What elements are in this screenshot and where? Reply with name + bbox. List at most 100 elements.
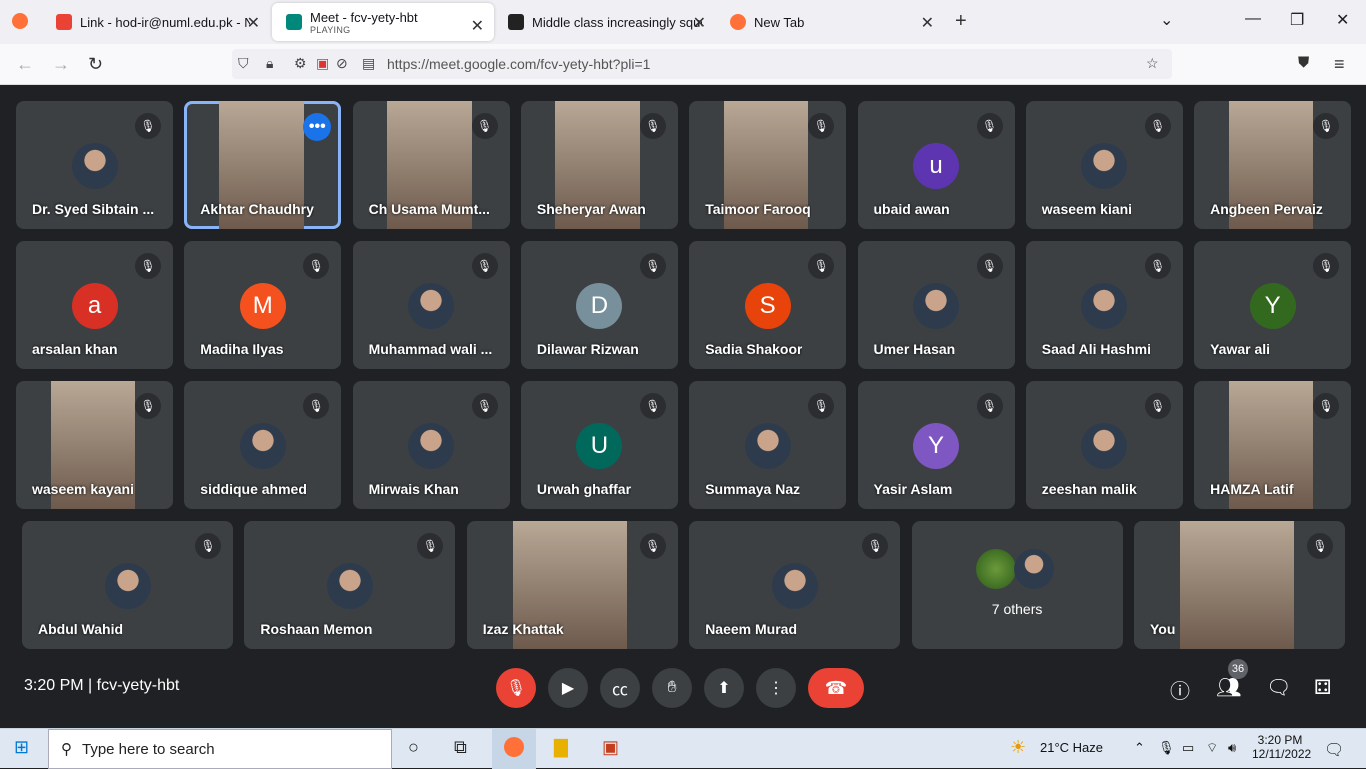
- participant-tile[interactable]: Roshaan Memon 🎙︎: [244, 521, 456, 649]
- chat-icon[interactable]: 🗨︎: [1266, 675, 1291, 700]
- firefox-icon: [730, 14, 746, 30]
- mic-blocked-icon[interactable]: ⊘: [336, 55, 348, 72]
- participant-tile[interactable]: Sheheryar Awan 🎙︎: [520, 101, 678, 229]
- close-tab-icon[interactable]: ✕: [471, 16, 484, 36]
- microphone-tray-icon[interactable]: 🎙︎: [1158, 740, 1175, 756]
- pocket-icon[interactable]: ⛊: [1298, 54, 1309, 71]
- participant-tile[interactable]: a arsalan khan 🎙︎: [16, 241, 173, 369]
- close-tab-icon[interactable]: ✕: [693, 13, 706, 33]
- mic-muted-icon: 🎙︎: [195, 533, 221, 559]
- avatar: U: [576, 423, 623, 469]
- reload-icon[interactable]: ↻: [88, 54, 103, 75]
- participant-tile[interactable]: siddique ahmed 🎙︎: [184, 381, 342, 509]
- camera-sharing-icon[interactable]: ▣: [316, 55, 329, 72]
- participant-tile[interactable]: Summaya Naz 🎙︎: [689, 381, 847, 509]
- participant-tile[interactable]: Y Yasir Aslam 🎙︎: [857, 381, 1015, 509]
- shield-icon[interactable]: ⛉: [238, 55, 249, 72]
- minimize-icon[interactable]: —: [1245, 10, 1261, 28]
- windows-start-icon[interactable]: ⊞: [14, 737, 29, 758]
- participant-tile[interactable]: Saad Ali Hashmi 🎙︎: [1025, 241, 1183, 369]
- restore-icon[interactable]: ❐: [1290, 10, 1304, 30]
- participant-tile[interactable]: You 🎙︎: [1134, 521, 1345, 649]
- tab-list-icon[interactable]: ⌄: [1160, 10, 1173, 30]
- news-icon: [508, 14, 524, 30]
- firefox-taskbar-icon[interactable]: [492, 729, 536, 769]
- volume-icon[interactable]: 🔊︎: [1228, 740, 1236, 756]
- mic-muted-icon: 🎙︎: [639, 533, 666, 559]
- close-tab-icon[interactable]: ✕: [247, 13, 260, 33]
- participant-name: Urwah ghaffar: [536, 481, 632, 497]
- participant-tile[interactable]: Mirwais Khan 🎙︎: [352, 381, 510, 509]
- participant-tile[interactable]: Ch Usama Mumt... 🎙︎: [352, 101, 510, 229]
- participant-tile[interactable]: Izaz Khattak 🎙︎: [466, 521, 678, 649]
- participant-tile[interactable]: M Madiha Ilyas 🎙︎: [184, 241, 342, 369]
- taskbar-clock[interactable]: 3:20 PM 12/11/2022: [1252, 733, 1311, 761]
- mic-muted-icon: 🎙︎: [808, 113, 835, 139]
- activities-icon[interactable]: ⚃: [1314, 675, 1331, 700]
- participant-tile[interactable]: u ubaid awan 🎙︎: [857, 101, 1015, 229]
- reader-icon[interactable]: ▤: [362, 55, 375, 72]
- lock-icon[interactable]: 🔒︎: [266, 55, 273, 72]
- url-bar[interactable]: ⛉ 🔒︎ ⚙ ▣ ⊘ ▤ https://meet.google.com/fcv…: [232, 49, 1172, 79]
- tab-newtab[interactable]: New Tab ✕: [716, 0, 944, 44]
- participant-tile[interactable]: Muhammad wali ... 🎙︎: [352, 241, 510, 369]
- taskbar-search[interactable]: ⚲ Type here to search: [48, 729, 392, 769]
- info-icon[interactable]: ⓘ: [1170, 675, 1190, 704]
- hamburger-menu-icon[interactable]: ≡: [1334, 54, 1345, 75]
- file-explorer-icon[interactable]: ▇: [554, 737, 568, 758]
- tab-meet[interactable]: Meet - fcv-yety-hbt PLAYING ✕: [272, 3, 494, 41]
- battery-icon[interactable]: ▭: [1182, 740, 1194, 756]
- captions-button[interactable]: ㏄: [600, 668, 640, 708]
- taskbar-time: 3:20 PM: [1257, 733, 1303, 747]
- raise-hand-button[interactable]: ✋︎: [652, 668, 692, 708]
- mic-muted-icon: 🎙︎: [639, 113, 666, 139]
- new-tab-icon[interactable]: +: [955, 10, 967, 33]
- mic-off-button[interactable]: 🎙︎: [496, 668, 536, 708]
- participant-tile[interactable]: Taimoor Farooq 🎙︎: [689, 101, 847, 229]
- leave-call-button[interactable]: ☎: [808, 668, 864, 708]
- more-options-icon[interactable]: •••: [303, 113, 332, 141]
- forward-icon[interactable]: →: [52, 54, 70, 75]
- participant-tile[interactable]: 7 others: [911, 521, 1123, 649]
- participant-tile[interactable]: waseem kayani 🎙︎: [16, 381, 173, 509]
- mic-muted-icon: 🎙︎: [303, 393, 330, 419]
- participant-tile[interactable]: Dr. Syed Sibtain ... 🎙︎: [16, 101, 173, 229]
- cortana-icon[interactable]: ○: [408, 737, 419, 758]
- participant-tile[interactable]: Umer Hasan 🎙︎: [857, 241, 1015, 369]
- close-tab-icon[interactable]: ✕: [921, 13, 934, 33]
- notifications-icon[interactable]: 🗨︎: [1324, 740, 1344, 760]
- participant-name: Yawar ali: [1210, 341, 1271, 357]
- close-window-icon[interactable]: ✕: [1336, 10, 1349, 30]
- participant-tile[interactable]: Y Yawar ali 🎙︎: [1194, 241, 1352, 369]
- mic-muted-icon: 🎙︎: [1313, 393, 1340, 419]
- wifi-icon[interactable]: ⌔: [1206, 740, 1218, 756]
- tab-gmail[interactable]: Link - hod-ir@numl.edu.pk - Na ✕: [42, 0, 270, 44]
- participant-tile[interactable]: Naeem Murad 🎙︎: [689, 521, 901, 649]
- permissions-icon[interactable]: ⚙: [294, 55, 307, 72]
- powerpoint-icon[interactable]: ▣: [602, 737, 619, 758]
- nav-bar: ← → ↻ ⛉ 🔒︎ ⚙ ▣ ⊘ ▤ https://meet.google.c…: [0, 44, 1366, 85]
- participant-tile[interactable]: zeeshan malik 🎙︎: [1025, 381, 1183, 509]
- firefox-menu-icon[interactable]: [12, 13, 28, 29]
- participant-tile[interactable]: U Urwah ghaffar 🎙︎: [520, 381, 678, 509]
- present-button[interactable]: ⬆: [704, 668, 744, 708]
- participant-tile[interactable]: S Sadia Shakoor 🎙︎: [689, 241, 847, 369]
- tray-expand-icon[interactable]: ⌃: [1134, 740, 1145, 756]
- camera-button[interactable]: ▶: [548, 668, 588, 708]
- participant-tile[interactable]: Abdul Wahid 🎙︎: [22, 521, 233, 649]
- participant-tile[interactable]: HAMZA Latif 🎙︎: [1194, 381, 1352, 509]
- more-options-button[interactable]: ⋮: [756, 668, 796, 708]
- weather-text[interactable]: 21°C Haze: [1040, 740, 1103, 755]
- video-camera-icon: ▶: [561, 680, 575, 697]
- participant-tile[interactable]: waseem kiani 🎙︎: [1025, 101, 1183, 229]
- weather-icon[interactable]: ☀: [1010, 737, 1026, 758]
- task-view-icon[interactable]: ⧉: [454, 737, 467, 758]
- bookmark-star-icon[interactable]: ☆: [1146, 55, 1159, 72]
- participant-tile[interactable]: D Dilawar Rizwan 🎙︎: [520, 241, 678, 369]
- participant-tile[interactable]: Angbeen Pervaiz 🎙︎: [1194, 101, 1352, 229]
- participant-tile[interactable]: Akhtar Chaudhry •••: [184, 101, 342, 229]
- hand-icon: ✋︎: [667, 679, 677, 696]
- back-icon[interactable]: ←: [16, 54, 34, 75]
- participant-name: Naeem Murad: [705, 621, 797, 637]
- tab-news[interactable]: Middle class increasingly squee ✕: [494, 0, 716, 44]
